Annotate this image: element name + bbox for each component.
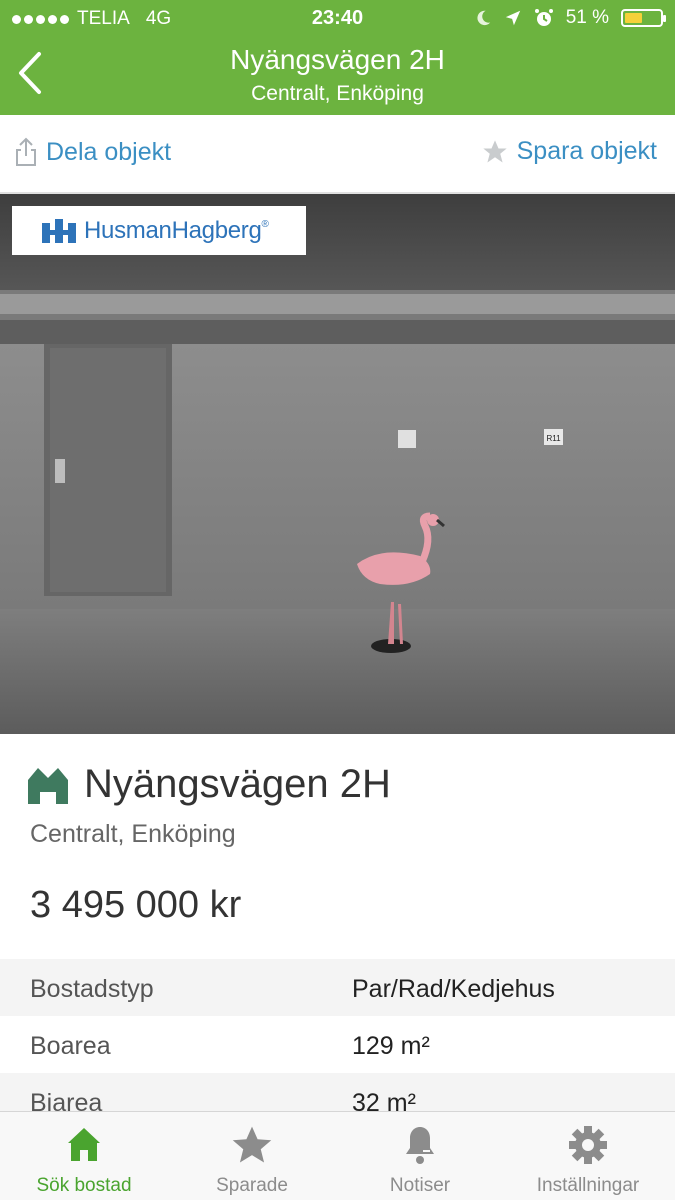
detail-label: Boarea	[30, 1032, 111, 1060]
save-label: Spara objekt	[516, 137, 657, 165]
agency-logo-text: HusmanHagberg	[84, 216, 262, 244]
listing-price: 3 495 000 kr	[30, 884, 242, 926]
tab-installningar[interactable]: Inställningar	[504, 1112, 672, 1200]
house-icon	[28, 767, 68, 804]
tab-sok-bostad[interactable]: Sök bostad	[0, 1112, 168, 1200]
listing-location: Centralt, Enköping	[30, 820, 236, 848]
wall-sign-text: R11	[546, 434, 561, 443]
status-bar: TELIA 4G 23:40 51 %	[0, 0, 675, 38]
gear-icon	[569, 1126, 607, 1164]
share-icon	[16, 137, 36, 166]
star-icon	[232, 1126, 272, 1163]
status-right: 51 %	[474, 7, 666, 29]
battery-level	[625, 13, 642, 23]
save-button[interactable]: Spara objekt	[481, 137, 657, 166]
detail-value: Par/Rad/Kedjehus	[352, 975, 555, 1003]
agency-logo-mark-icon	[42, 218, 76, 243]
tab-bar: Sök bostad Sparade Notiser Inställningar	[0, 1111, 675, 1200]
detail-row-bostadstyp: Bostadstyp Par/Rad/Kedjehus	[0, 959, 675, 1016]
share-label: Dela objekt	[46, 137, 172, 166]
battery-icon	[621, 9, 666, 27]
detail-label: Bostadstyp	[30, 975, 154, 1003]
tab-label: Sök bostad	[36, 1175, 132, 1196]
star-icon	[482, 139, 507, 162]
detail-value: 129 m²	[352, 1032, 430, 1060]
property-photo[interactable]: R11 HusmanHagberg ®	[0, 194, 675, 734]
home-icon	[68, 1128, 100, 1161]
location-arrow-icon	[505, 10, 520, 26]
detail-row-boarea: Boarea 129 m²	[0, 1016, 675, 1073]
agency-logo: HusmanHagberg ®	[12, 206, 306, 255]
nav-subtitle: Centralt, Enköping	[251, 82, 424, 105]
action-bar: Dela objekt Spara objekt	[0, 115, 675, 194]
agency-logo-registered: ®	[261, 219, 269, 230]
tab-label: Notiser	[389, 1175, 451, 1196]
alarm-icon	[534, 9, 553, 26]
listing-title: Nyängsvägen 2H	[84, 762, 391, 806]
moon-icon	[477, 10, 490, 26]
share-button[interactable]: Dela objekt	[14, 137, 171, 167]
garage-scene: R11	[0, 194, 675, 734]
bell-icon	[406, 1127, 434, 1164]
tab-label: Inställningar	[536, 1175, 640, 1196]
tab-sparade[interactable]: Sparade	[168, 1112, 336, 1200]
app-header: TELIA 4G 23:40 51 % Nyängsvägen 2H Centr…	[0, 0, 675, 115]
nav-title: Nyängsvägen 2H	[230, 44, 445, 75]
listing-title-row: Nyängsvägen 2H	[28, 762, 391, 807]
tab-label: Sparade	[216, 1175, 288, 1196]
tab-notiser[interactable]: Notiser	[336, 1112, 504, 1200]
battery-percent: 51 %	[565, 7, 609, 28]
